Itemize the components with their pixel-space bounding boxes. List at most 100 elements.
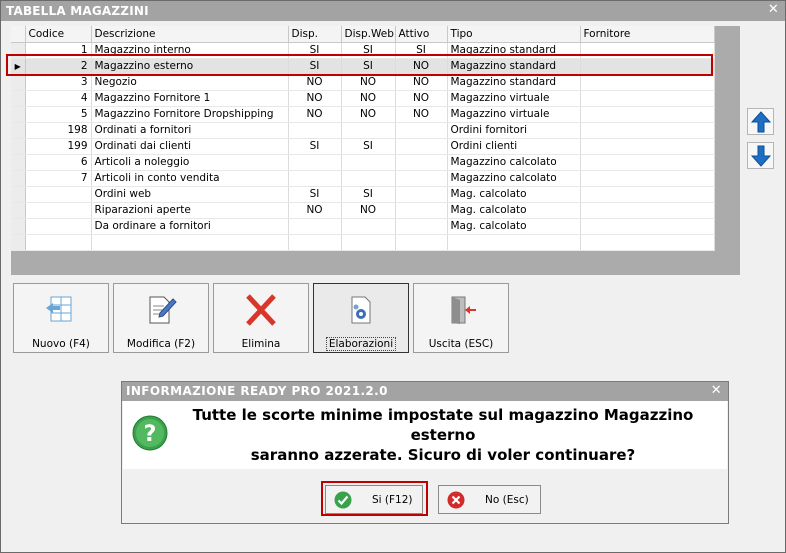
dialog-close-icon[interactable]: ✕ — [711, 383, 722, 398]
move-up-button[interactable] — [747, 108, 774, 135]
no-button[interactable]: No (Esc) — [438, 485, 541, 514]
column-header[interactable]: Disp. — [288, 26, 342, 43]
row-indicator[interactable] — [11, 90, 26, 107]
yes-label: Si (F12) — [372, 494, 413, 506]
table-row[interactable]: 1 Magazzino interno SI SI SI Magazzino standa… — [11, 42, 715, 59]
row-indicator[interactable] — [11, 154, 26, 171]
modifica-button[interactable]: Modifica (F2) — [113, 283, 209, 353]
cell-disp: NO — [288, 90, 342, 107]
cell-tipo — [447, 234, 581, 251]
row-indicator[interactable] — [11, 234, 26, 251]
cell-attivo — [395, 186, 448, 203]
cell-codice: 7 — [25, 170, 92, 187]
uscita-button[interactable]: Uscita (ESC) — [413, 283, 509, 353]
cell-fornitore — [580, 154, 715, 171]
cell-attivo: NO — [395, 106, 448, 123]
column-header[interactable]: Codice — [25, 26, 92, 43]
cell-attivo: NO — [395, 58, 448, 75]
dialog-message-line1: Tutte le scorte minime impostate sul mag… — [192, 406, 694, 444]
cell-disp-web: SI — [341, 138, 396, 155]
uscita-label: Uscita (ESC) — [428, 338, 494, 350]
window-titlebar: TABELLA MAGAZZINI ✕ — [1, 1, 785, 21]
elaborazioni-label: Elaborazioni — [325, 337, 397, 351]
cell-codice: 4 — [25, 90, 92, 107]
cell-disp: SI — [288, 58, 342, 75]
cell-descrizione — [91, 234, 289, 251]
column-header[interactable]: Descrizione — [91, 26, 289, 43]
row-indicator[interactable] — [11, 138, 26, 155]
cell-codice — [25, 186, 92, 203]
cell-codice: 6 — [25, 154, 92, 171]
cell-descrizione: Magazzino Fornitore Dropshipping — [91, 106, 289, 123]
elimina-button[interactable]: Elimina — [213, 283, 309, 353]
row-indicator[interactable]: ▶ — [11, 58, 26, 75]
table-row[interactable]: 4 Magazzino Fornitore 1 NO NO NO Magazzino vi… — [11, 90, 715, 107]
column-header[interactable]: Tipo — [447, 26, 581, 43]
cell-tipo: Mag. calcolato — [447, 186, 581, 203]
window-close-icon[interactable]: ✕ — [768, 2, 779, 17]
column-header[interactable]: Disp.Web — [341, 26, 396, 43]
cell-fornitore — [580, 106, 715, 123]
indicator-header — [11, 26, 26, 43]
nuovo-label: Nuovo (F4) — [32, 338, 90, 350]
cell-descrizione: Negozio — [91, 74, 289, 91]
row-indicator[interactable] — [11, 106, 26, 123]
cell-attivo — [395, 154, 448, 171]
cell-disp-web: SI — [341, 186, 396, 203]
cell-descrizione: Da ordinare a fornitori — [91, 218, 289, 235]
nuovo-button[interactable]: Nuovo (F4) — [13, 283, 109, 353]
cell-descrizione: Ordini web — [91, 186, 289, 203]
row-indicator[interactable] — [11, 42, 26, 59]
cell-disp-web: NO — [341, 90, 396, 107]
row-indicator[interactable] — [11, 170, 26, 187]
row-indicator[interactable] — [11, 74, 26, 91]
row-indicator[interactable] — [11, 122, 26, 139]
cell-tipo: Magazzino calcolato — [447, 154, 581, 171]
cell-tipo: Magazzino virtuale — [447, 90, 581, 107]
cell-codice: 1 — [25, 42, 92, 59]
cell-attivo — [395, 170, 448, 187]
cell-disp — [288, 154, 342, 171]
no-label: No (Esc) — [485, 494, 529, 506]
arrow-up-icon — [750, 110, 771, 132]
row-indicator[interactable] — [11, 218, 26, 235]
cell-codice — [25, 202, 92, 219]
delete-x-icon — [246, 294, 276, 326]
cell-disp-web: SI — [341, 58, 396, 75]
cell-attivo — [395, 234, 448, 251]
cell-attivo: NO — [395, 90, 448, 107]
table-row[interactable]: ▶ 2 Magazzino esterno SI SI NO Magazzino stand… — [11, 58, 715, 75]
cell-fornitore — [580, 170, 715, 187]
row-indicator[interactable] — [11, 202, 26, 219]
cell-attivo — [395, 122, 448, 139]
cell-codice — [25, 234, 92, 251]
table-row[interactable]: 198 Ordinati a fornitori Ordini fornitori — [11, 122, 715, 139]
cell-tipo: Mag. calcolato — [447, 218, 581, 235]
yes-button[interactable]: Si (F12) — [325, 485, 423, 514]
magazzini-table: Codice Descrizione Disp. Disp.Web Attivo… — [11, 26, 715, 251]
table-row[interactable]: 5 Magazzino Fornitore Dropshipping NO NO NO M… — [11, 106, 715, 123]
cell-tipo: Magazzino virtuale — [447, 106, 581, 123]
table-row[interactable]: 199 Ordinati dai clienti SI SI Ordini client… — [11, 138, 715, 155]
table-header-row: Codice Descrizione Disp. Disp.Web Attivo… — [11, 26, 715, 43]
elaborazioni-button[interactable]: Elaborazioni — [313, 283, 409, 353]
column-header[interactable]: Attivo — [395, 26, 448, 43]
table-row[interactable]: Ordini web SI SI Mag. calcolato — [11, 186, 715, 203]
cell-fornitore — [580, 218, 715, 235]
table-row[interactable]: Riparazioni aperte NO NO Mag. calcolato — [11, 202, 715, 219]
table-row[interactable]: 7 Articoli in conto vendita Magazzino calc… — [11, 170, 715, 187]
table-row[interactable]: 6 Articoli a noleggio Magazzino calcolato — [11, 154, 715, 171]
table-row[interactable] — [11, 234, 715, 251]
magazzini-window: TABELLA MAGAZZINI ✕ Codice Descrizione D… — [0, 0, 786, 553]
cell-fornitore — [580, 122, 715, 139]
table-row[interactable]: 3 Negozio NO NO NO Magazzino standard — [11, 74, 715, 91]
column-header[interactable]: Fornitore — [580, 26, 715, 43]
cell-descrizione: Articoli a noleggio — [91, 154, 289, 171]
svg-text:?: ? — [144, 422, 157, 447]
cell-disp-web: NO — [341, 106, 396, 123]
move-down-button[interactable] — [747, 142, 774, 169]
table-row[interactable]: Da ordinare a fornitori Mag. calcolato — [11, 218, 715, 235]
dialog-titlebar: INFORMAZIONE READY PRO 2021.2.0 ✕ — [122, 382, 728, 401]
row-indicator[interactable] — [11, 186, 26, 203]
cell-disp-web — [341, 154, 396, 171]
